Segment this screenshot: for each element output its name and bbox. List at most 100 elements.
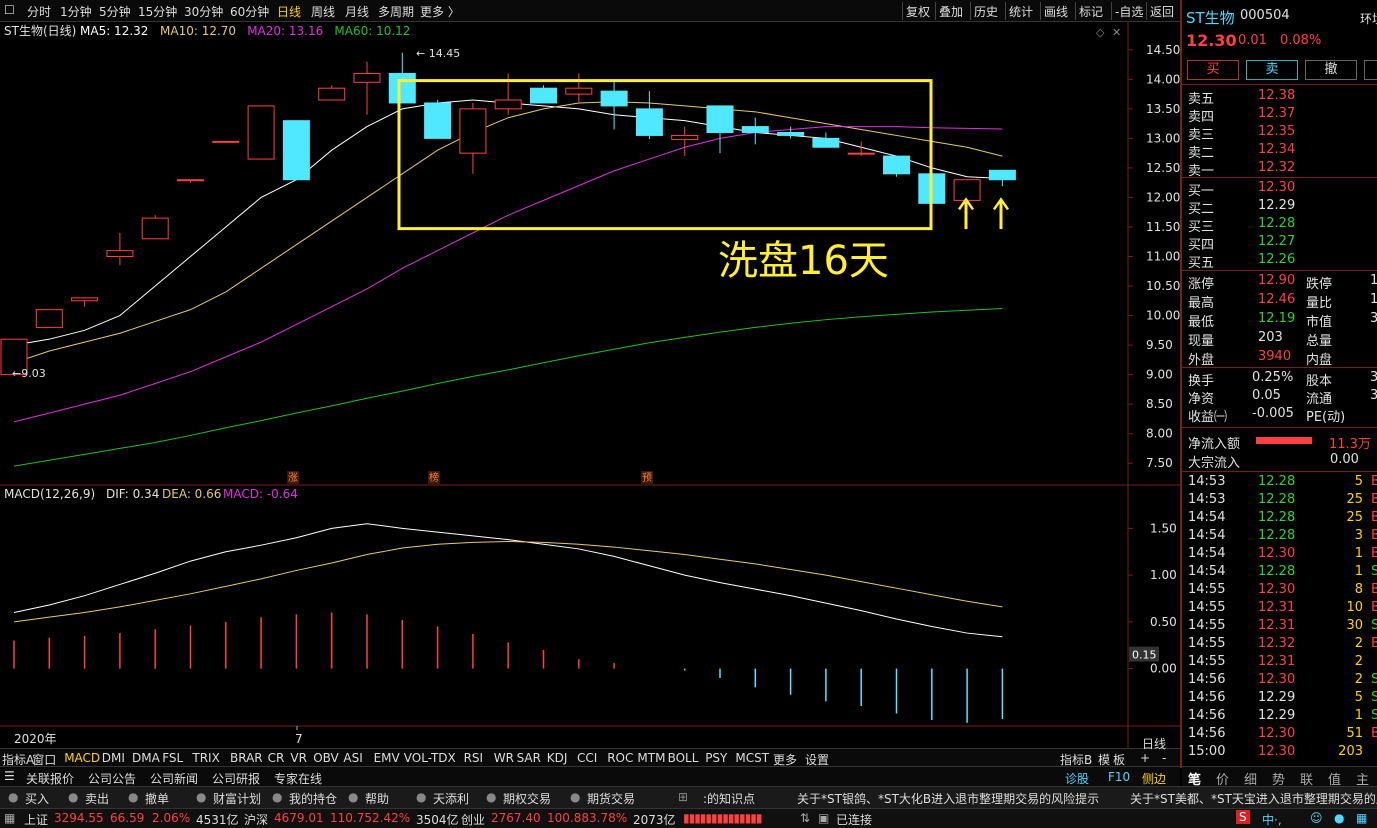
toolbar-icon-3[interactable]: ● <box>196 790 206 804</box>
toolbar-button-8[interactable]: 期货交易 <box>587 790 635 807</box>
news-2[interactable]: 关于*ST美都、*ST天宝进入退市整理期交易的风 <box>1130 790 1377 807</box>
index-name-2[interactable]: 创业 <box>461 811 485 828</box>
indicator-tab-ASI[interactable]: ASI <box>343 751 362 765</box>
indicator-tab-VOL-TDX[interactable]: VOL-TDX <box>404 751 456 765</box>
menu-icon[interactable]: ☐ <box>4 3 15 17</box>
input-method-icon[interactable]: S <box>1236 810 1250 824</box>
toolbar-button-2[interactable]: 撤单 <box>145 790 169 807</box>
indicator-tab-VR[interactable]: VR <box>290 751 307 765</box>
indicator-tab-CR[interactable]: CR <box>268 751 285 765</box>
period-0[interactable]: 分时 <box>27 3 51 20</box>
index-name-0[interactable]: 上证 <box>24 811 48 828</box>
indicator-tab-DMI[interactable]: DMI <box>102 751 125 765</box>
buy-button[interactable]: 买 <box>1187 60 1239 80</box>
index-name-1[interactable]: 沪深 <box>244 811 268 828</box>
bid-price-4[interactable]: 12.27 <box>1258 234 1295 249</box>
more-button[interactable] <box>1364 60 1377 80</box>
toolbar-icon-8[interactable]: ● <box>570 790 580 804</box>
toolbar-icon-4[interactable]: ● <box>272 790 282 804</box>
info-tab-0[interactable]: 关联报价 <box>26 770 74 787</box>
indicator-tab-BRAR[interactable]: BRAR <box>230 751 263 765</box>
more-icon[interactable]: ▦ <box>1356 811 1367 825</box>
indicator-tab-WR[interactable]: WR <box>494 751 514 765</box>
f10-tab[interactable]: F10 <box>1108 770 1130 784</box>
indicator-tab-CCI[interactable]: CCI <box>577 751 597 765</box>
period-4[interactable]: 30分钟 <box>184 3 223 20</box>
settings-icon[interactable]: ▦ <box>4 811 15 825</box>
toolbar-button-1[interactable]: 卖出 <box>85 790 109 807</box>
toolbar-button-0[interactable]: 买入 <box>25 790 49 807</box>
period-8[interactable]: 月线 <box>345 3 369 20</box>
period-6[interactable]: 日线 <box>277 3 301 20</box>
info-tab-2[interactable]: 公司新闻 <box>150 770 198 787</box>
chart-area[interactable]: 14.50 14.00 13.50 13.00 12.50 12.00 11.50 11.00… <box>0 22 1180 748</box>
toolbar-button-5[interactable]: 帮助 <box>365 790 389 807</box>
period-2[interactable]: 5分钟 <box>99 3 131 20</box>
top-action-4[interactable]: 画线 <box>1044 3 1068 20</box>
indicator-tab-RSI[interactable]: RSI <box>464 751 484 765</box>
top-action-7[interactable]: 返回 <box>1150 3 1174 20</box>
indicator-tab-TRIX[interactable]: TRIX <box>192 751 219 765</box>
ask-price-1[interactable]: 12.32 <box>1258 160 1295 175</box>
zoom-out-button[interactable]: - <box>1162 751 1166 765</box>
indicator-tab-BOLL[interactable]: BOLL <box>668 751 699 765</box>
top-action-6[interactable]: -自选 <box>1115 3 1143 20</box>
indicator-tab-PSY[interactable]: PSY <box>705 751 727 765</box>
ask-price-4[interactable]: 12.37 <box>1258 106 1295 121</box>
cancel-button[interactable]: 撤 <box>1305 60 1357 80</box>
toolbar-icon-6[interactable]: ● <box>416 790 426 804</box>
indicator-tab-EMV[interactable]: EMV <box>374 751 400 765</box>
top-action-0[interactable]: 复权 <box>906 3 930 20</box>
plus-icon[interactable]: ⊞ <box>678 790 688 804</box>
daily-tab[interactable]: 日线 <box>1142 735 1166 752</box>
top-action-3[interactable]: 统计 <box>1009 3 1033 20</box>
indicator-tab-MCST[interactable]: MCST <box>735 751 769 765</box>
top-action-2[interactable]: 历史 <box>974 3 998 20</box>
toolbar-button-3[interactable]: 财富计划 <box>213 790 261 807</box>
period-7[interactable]: 周线 <box>311 3 335 20</box>
toolbar-icon-7[interactable]: ● <box>486 790 496 804</box>
toolbar-button-4[interactable]: 我的持仓 <box>289 790 337 807</box>
diagnose-tab[interactable]: 诊股 <box>1065 770 1089 787</box>
news-0[interactable]: :的知识点 <box>703 790 755 807</box>
indicator-tab-ROC[interactable]: ROC <box>607 751 633 765</box>
toolbar-button-6[interactable]: 天添利 <box>433 790 469 807</box>
toolbar-icon-5[interactable]: ● <box>348 790 358 804</box>
indicator-tab-MACD[interactable]: MACD <box>64 751 100 765</box>
toolbar-icon-2[interactable]: ● <box>128 790 138 804</box>
ask-price-3[interactable]: 12.35 <box>1258 124 1295 139</box>
period-3[interactable]: 15分钟 <box>138 3 177 20</box>
info-tab-4[interactable]: 专家在线 <box>274 770 322 787</box>
bid-price-5[interactable]: 12.26 <box>1258 252 1295 267</box>
toolbar-button-7[interactable]: 期权交易 <box>503 790 551 807</box>
ime-chinese-icon[interactable]: 中·, <box>1262 811 1282 828</box>
bid-price-2[interactable]: 12.29 <box>1258 198 1295 213</box>
toolbar-icon-1[interactable]: ● <box>68 790 78 804</box>
period-9[interactable]: 多周期 <box>378 3 414 20</box>
mic-icon[interactable]: ● <box>1334 811 1344 825</box>
ask-price-2[interactable]: 12.34 <box>1258 142 1295 157</box>
ask-price-5[interactable]: 12.38 <box>1258 88 1295 103</box>
bid-price-1[interactable]: 12.30 <box>1258 180 1295 195</box>
top-action-5[interactable]: 标记 <box>1079 3 1103 20</box>
period-10[interactable]: 更多 〉 <box>420 3 460 20</box>
indicator-tab-FSL[interactable]: FSL <box>162 751 183 765</box>
zoom-in-button[interactable]: + <box>1140 751 1150 765</box>
window-icon[interactable]: ☰ <box>4 769 15 783</box>
sell-button[interactable]: 卖 <box>1246 60 1298 80</box>
top-action-1[interactable]: 叠加 <box>939 3 963 20</box>
sidebar-tab[interactable]: 侧边 <box>1142 770 1166 787</box>
indicator-tab-OBV[interactable]: OBV <box>313 751 339 765</box>
info-tab-3[interactable]: 公司研报 <box>212 770 260 787</box>
indicator-tab-MTM[interactable]: MTM <box>637 751 665 765</box>
period-5[interactable]: 60分钟 <box>230 3 269 20</box>
emoji-icon[interactable]: ☺ <box>1310 811 1323 825</box>
indicator-tab-KDJ[interactable]: KDJ <box>547 751 568 765</box>
news-1[interactable]: 关于*ST银鸽、*ST大化B进入退市整理期交易的风险提示 <box>797 790 1099 807</box>
info-tab-1[interactable]: 公司公告 <box>88 770 136 787</box>
period-1[interactable]: 1分钟 <box>60 3 92 20</box>
toolbar-icon-0[interactable]: ● <box>8 790 18 804</box>
indicator-tab-SAR[interactable]: SAR <box>517 751 541 765</box>
indicator-tab-DMA[interactable]: DMA <box>132 751 160 765</box>
bid-price-3[interactable]: 12.28 <box>1258 216 1295 231</box>
